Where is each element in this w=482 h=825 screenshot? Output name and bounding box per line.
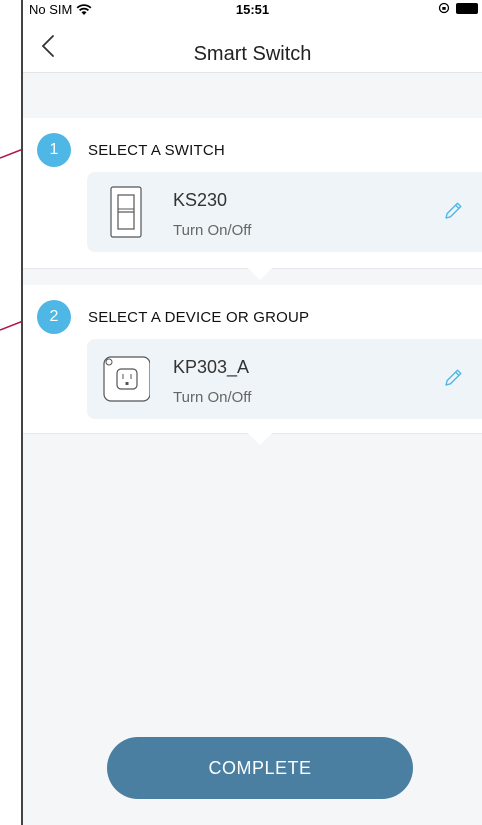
page-title: Smart Switch (193, 43, 312, 65)
step-label: SELECT A SWITCH (88, 141, 225, 159)
device-action: Turn On/Off (173, 222, 252, 239)
step-header: 1 SELECT A SWITCH (37, 133, 225, 167)
battery-icon (456, 2, 478, 14)
step-number-badge: 2 (37, 300, 71, 334)
step-section-switch: 1 SELECT A SWITCH KS230 Turn On/Off (23, 118, 482, 268)
switch-icon (110, 186, 142, 238)
flow-arrow (248, 433, 272, 445)
status-bar: No SIM 15:51 (23, 0, 482, 20)
device-card[interactable]: KP303_A Turn On/Off (87, 339, 482, 419)
device-name: KP303_A (173, 357, 250, 377)
step-label: SELECT A DEVICE OR GROUP (88, 308, 310, 326)
device-action: Turn On/Off (173, 389, 252, 406)
clock-time: 15:51 (235, 2, 270, 17)
edit-pencil-icon[interactable] (442, 200, 464, 222)
orientation-lock-icon (438, 2, 450, 14)
step-header: 2 SELECT A DEVICE OR GROUP (37, 300, 309, 334)
flow-arrow (248, 268, 272, 280)
status-right (438, 2, 478, 14)
edit-pencil-icon[interactable] (442, 367, 464, 389)
navigation-bar: Smart Switch (23, 20, 482, 73)
switch-card[interactable]: KS230 Turn On/Off (87, 172, 482, 252)
device-name: KS230 (173, 190, 228, 210)
step-number-badge: 1 (37, 133, 71, 167)
outlet-icon (103, 356, 150, 402)
complete-button[interactable]: COMPLETE (107, 737, 413, 799)
step-section-device: 2 SELECT A DEVICE OR GROUP KP303_A Turn … (23, 285, 482, 433)
phone-screen: No SIM 15:51 Smart Switch 1 SELECT A SWI… (23, 0, 482, 825)
